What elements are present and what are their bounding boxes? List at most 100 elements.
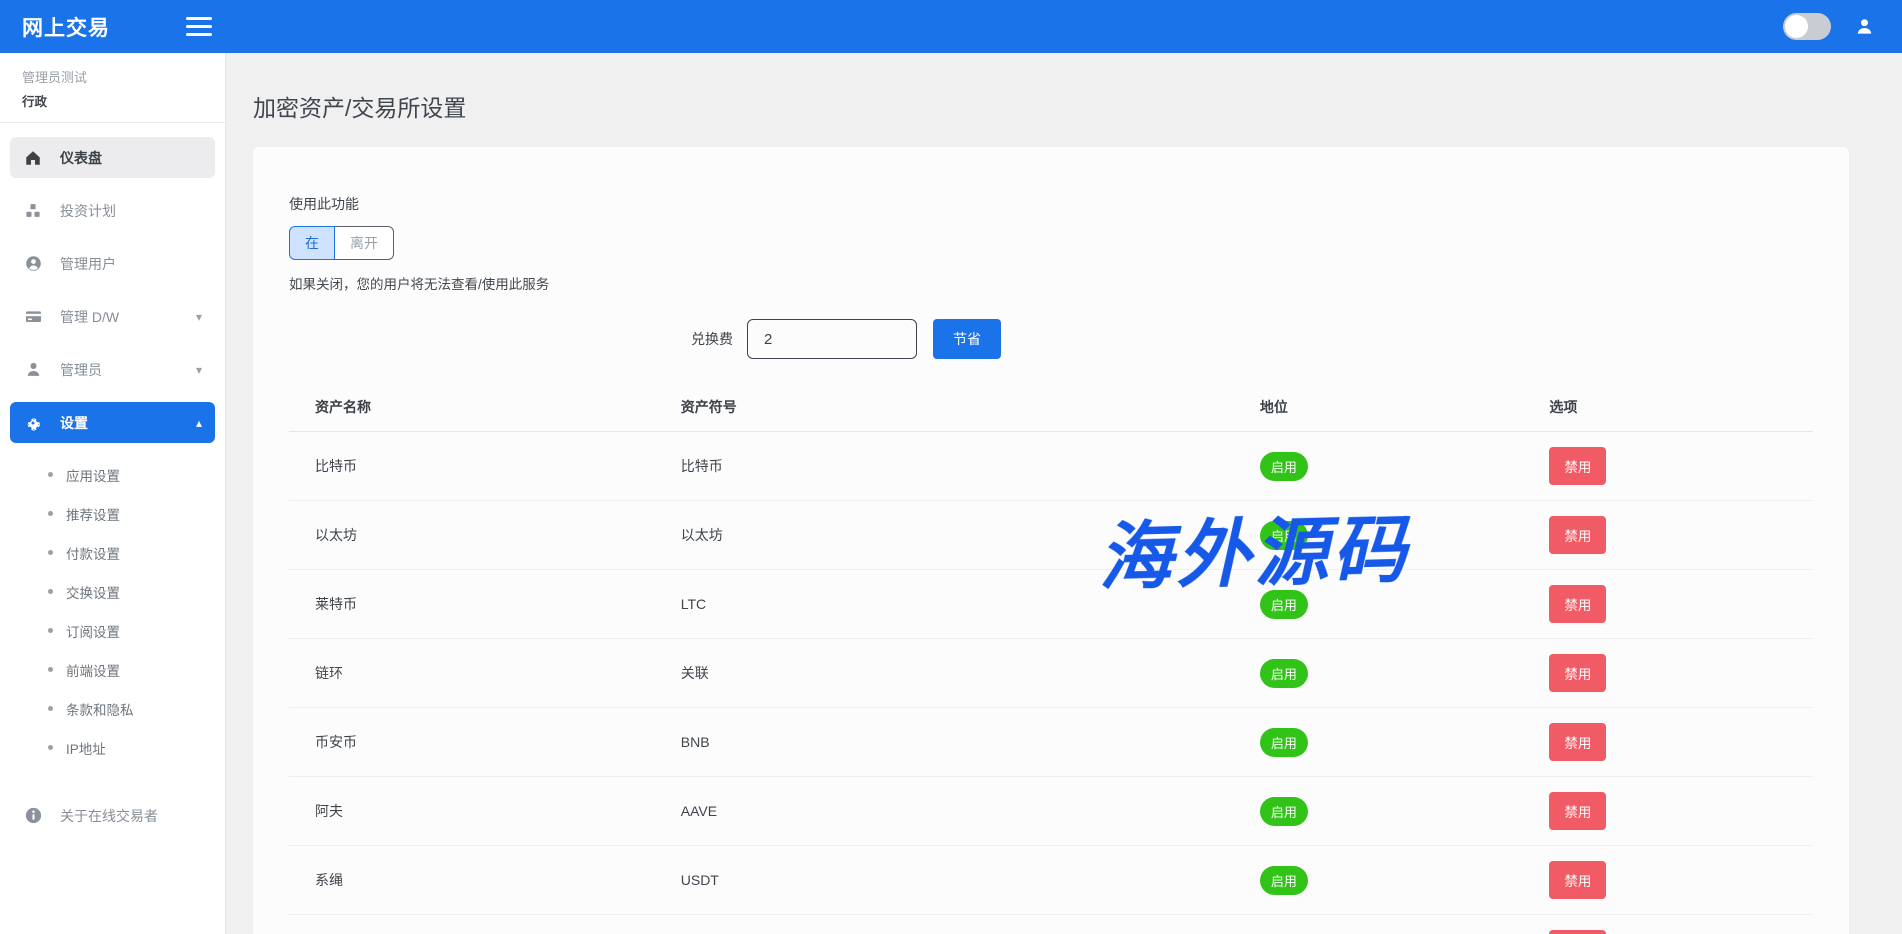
feature-toggle-group: 在 离开: [289, 226, 394, 260]
sidebar-item-label: 设置: [60, 413, 196, 433]
status-badge: 启用: [1260, 728, 1308, 757]
bullet-icon: [48, 628, 53, 633]
sidebar: 管理员测试 行政 仪表盘 投资计划 管理用户: [0, 53, 226, 934]
bullet-icon: [48, 472, 53, 477]
bullet-icon: [48, 745, 53, 750]
asset-options-cell: 禁用: [1523, 708, 1813, 777]
status-badge: 启用: [1260, 452, 1308, 481]
sidebar-item-label: 关于在线交易者: [60, 806, 202, 826]
table-row: 比特币 比特币 启用 禁用: [289, 432, 1813, 501]
disable-button[interactable]: 禁用: [1549, 447, 1606, 485]
disable-button[interactable]: 禁用: [1549, 861, 1606, 899]
sidebar-item-investment-plans[interactable]: 投资计划: [10, 190, 215, 231]
info-icon: [23, 806, 43, 825]
admin-username: 管理员测试: [22, 67, 203, 86]
disable-button[interactable]: 禁用: [1549, 654, 1606, 692]
main-content: 加密资产/交易所设置 使用此功能 在 离开 如果关闭，您的用户将无法查看/使用此…: [226, 53, 1902, 934]
user-account-icon[interactable]: [1855, 17, 1874, 36]
table-body: 比特币 比特币 启用 禁用 以太坊 以太坊 启用 禁用 莱特币 LTC 启用 禁…: [289, 432, 1813, 934]
asset-symbol-cell: BNB: [655, 708, 1234, 777]
sidebar-subitem-ip-address[interactable]: IP地址: [10, 728, 215, 767]
disable-button[interactable]: 禁用: [1549, 516, 1606, 554]
save-button[interactable]: 节省: [933, 319, 1001, 359]
table-row: 阿夫 AAVE 启用 禁用: [289, 777, 1813, 846]
asset-status-cell: 启用: [1234, 708, 1524, 777]
sidebar-user-block: 管理员测试 行政: [0, 53, 225, 123]
topbar: 网上交易: [0, 0, 1902, 53]
chevron-down-icon: ▾: [196, 310, 202, 324]
disable-button[interactable]: 禁用: [1549, 585, 1606, 623]
credit-card-icon: [23, 307, 43, 326]
asset-name-cell: 比特币现金: [289, 915, 655, 934]
asset-options-cell: 禁用: [1523, 777, 1813, 846]
sidebar-subitem-terms-privacy[interactable]: 条款和隐私: [10, 689, 215, 728]
sidebar-item-admins[interactable]: 管理员 ▾: [10, 349, 215, 390]
table-header-row: 资产名称 资产符号 地位 选项: [289, 385, 1813, 432]
subitem-label: 订阅设置: [66, 621, 120, 641]
feature-off-button[interactable]: 离开: [335, 226, 394, 260]
asset-name-cell: 以太坊: [289, 501, 655, 570]
cubes-icon: [23, 202, 43, 220]
feature-toggle-label: 使用此功能: [289, 194, 1813, 214]
sidebar-item-label: 管理用户: [60, 254, 202, 274]
sidebar-subitem-payment-settings[interactable]: 付款设置: [10, 533, 215, 572]
asset-name-cell: 币安币: [289, 708, 655, 777]
asset-name-cell: 系绳: [289, 846, 655, 915]
subitem-label: 应用设置: [66, 465, 120, 485]
sidebar-subitem-app-settings[interactable]: 应用设置: [10, 455, 215, 494]
asset-symbol-cell: 生物安全信息交易所所: [655, 915, 1234, 934]
bullet-icon: [48, 589, 53, 594]
subitem-label: 推荐设置: [66, 504, 120, 524]
feature-help-text: 如果关闭，您的用户将无法查看/使用此服务: [289, 273, 1813, 293]
sidebar-item-manage-users[interactable]: 管理用户: [10, 243, 215, 284]
asset-status-cell: 启用: [1234, 846, 1524, 915]
asset-symbol-cell: 以太坊: [655, 501, 1234, 570]
exchange-fee-row: 兑换费 节省: [691, 319, 1813, 359]
asset-options-cell: 禁用: [1523, 570, 1813, 639]
asset-options-cell: 禁用: [1523, 501, 1813, 570]
gear-icon: [23, 414, 43, 432]
status-badge: 启用: [1260, 866, 1308, 895]
sidebar-subitem-exchange-settings[interactable]: 交换设置: [10, 572, 215, 611]
chevron-down-icon: ▾: [196, 363, 202, 377]
theme-toggle-switch[interactable]: [1783, 13, 1831, 40]
disable-button[interactable]: 禁用: [1549, 930, 1606, 934]
table-row: 以太坊 以太坊 启用 禁用: [289, 501, 1813, 570]
subitem-label: 条款和隐私: [66, 699, 134, 719]
toggle-knob: [1785, 15, 1808, 38]
asset-symbol-cell: AAVE: [655, 777, 1234, 846]
disable-button[interactable]: 禁用: [1549, 792, 1606, 830]
sidebar-subitem-referral-settings[interactable]: 推荐设置: [10, 494, 215, 533]
assets-table: 资产名称 资产符号 地位 选项 比特币 比特币 启用 禁用 以太坊 以太坊 启用…: [289, 385, 1813, 934]
asset-status-cell: 启用: [1234, 639, 1524, 708]
table-row: 莱特币 LTC 启用 禁用: [289, 570, 1813, 639]
disable-button[interactable]: 禁用: [1549, 723, 1606, 761]
asset-symbol-cell: 关联: [655, 639, 1234, 708]
table-row: 币安币 BNB 启用 禁用: [289, 708, 1813, 777]
exchange-fee-input[interactable]: [747, 319, 917, 359]
bullet-icon: [48, 706, 53, 711]
header-asset-symbol: 资产符号: [655, 385, 1234, 432]
sidebar-item-label: 管理 D/W: [60, 307, 196, 327]
sidebar-item-label: 管理员: [60, 360, 196, 380]
table-row: 链环 关联 启用 禁用: [289, 639, 1813, 708]
sidebar-item-about[interactable]: 关于在线交易者: [10, 795, 215, 836]
asset-status-cell: 启用: [1234, 777, 1524, 846]
sidebar-subitem-frontend-settings[interactable]: 前端设置: [10, 650, 215, 689]
hamburger-menu-icon[interactable]: [186, 17, 212, 36]
sidebar-item-manage-dw[interactable]: 管理 D/W ▾: [10, 296, 215, 337]
admin-role: 行政: [22, 91, 203, 110]
asset-name-cell: 阿夫: [289, 777, 655, 846]
subitem-label: IP地址: [66, 738, 106, 758]
sidebar-item-settings[interactable]: 设置 ▴: [10, 402, 215, 443]
sidebar-item-label: 投资计划: [60, 201, 202, 221]
subitem-label: 付款设置: [66, 543, 120, 563]
sidebar-item-dashboard[interactable]: 仪表盘: [10, 137, 215, 178]
asset-status-cell: 启用: [1234, 570, 1524, 639]
sidebar-subitem-subscription-settings[interactable]: 订阅设置: [10, 611, 215, 650]
asset-symbol-cell: 比特币: [655, 432, 1234, 501]
feature-on-button[interactable]: 在: [289, 226, 335, 260]
bullet-icon: [48, 511, 53, 516]
asset-status-cell: 启用: [1234, 432, 1524, 501]
status-badge: 启用: [1260, 797, 1308, 826]
